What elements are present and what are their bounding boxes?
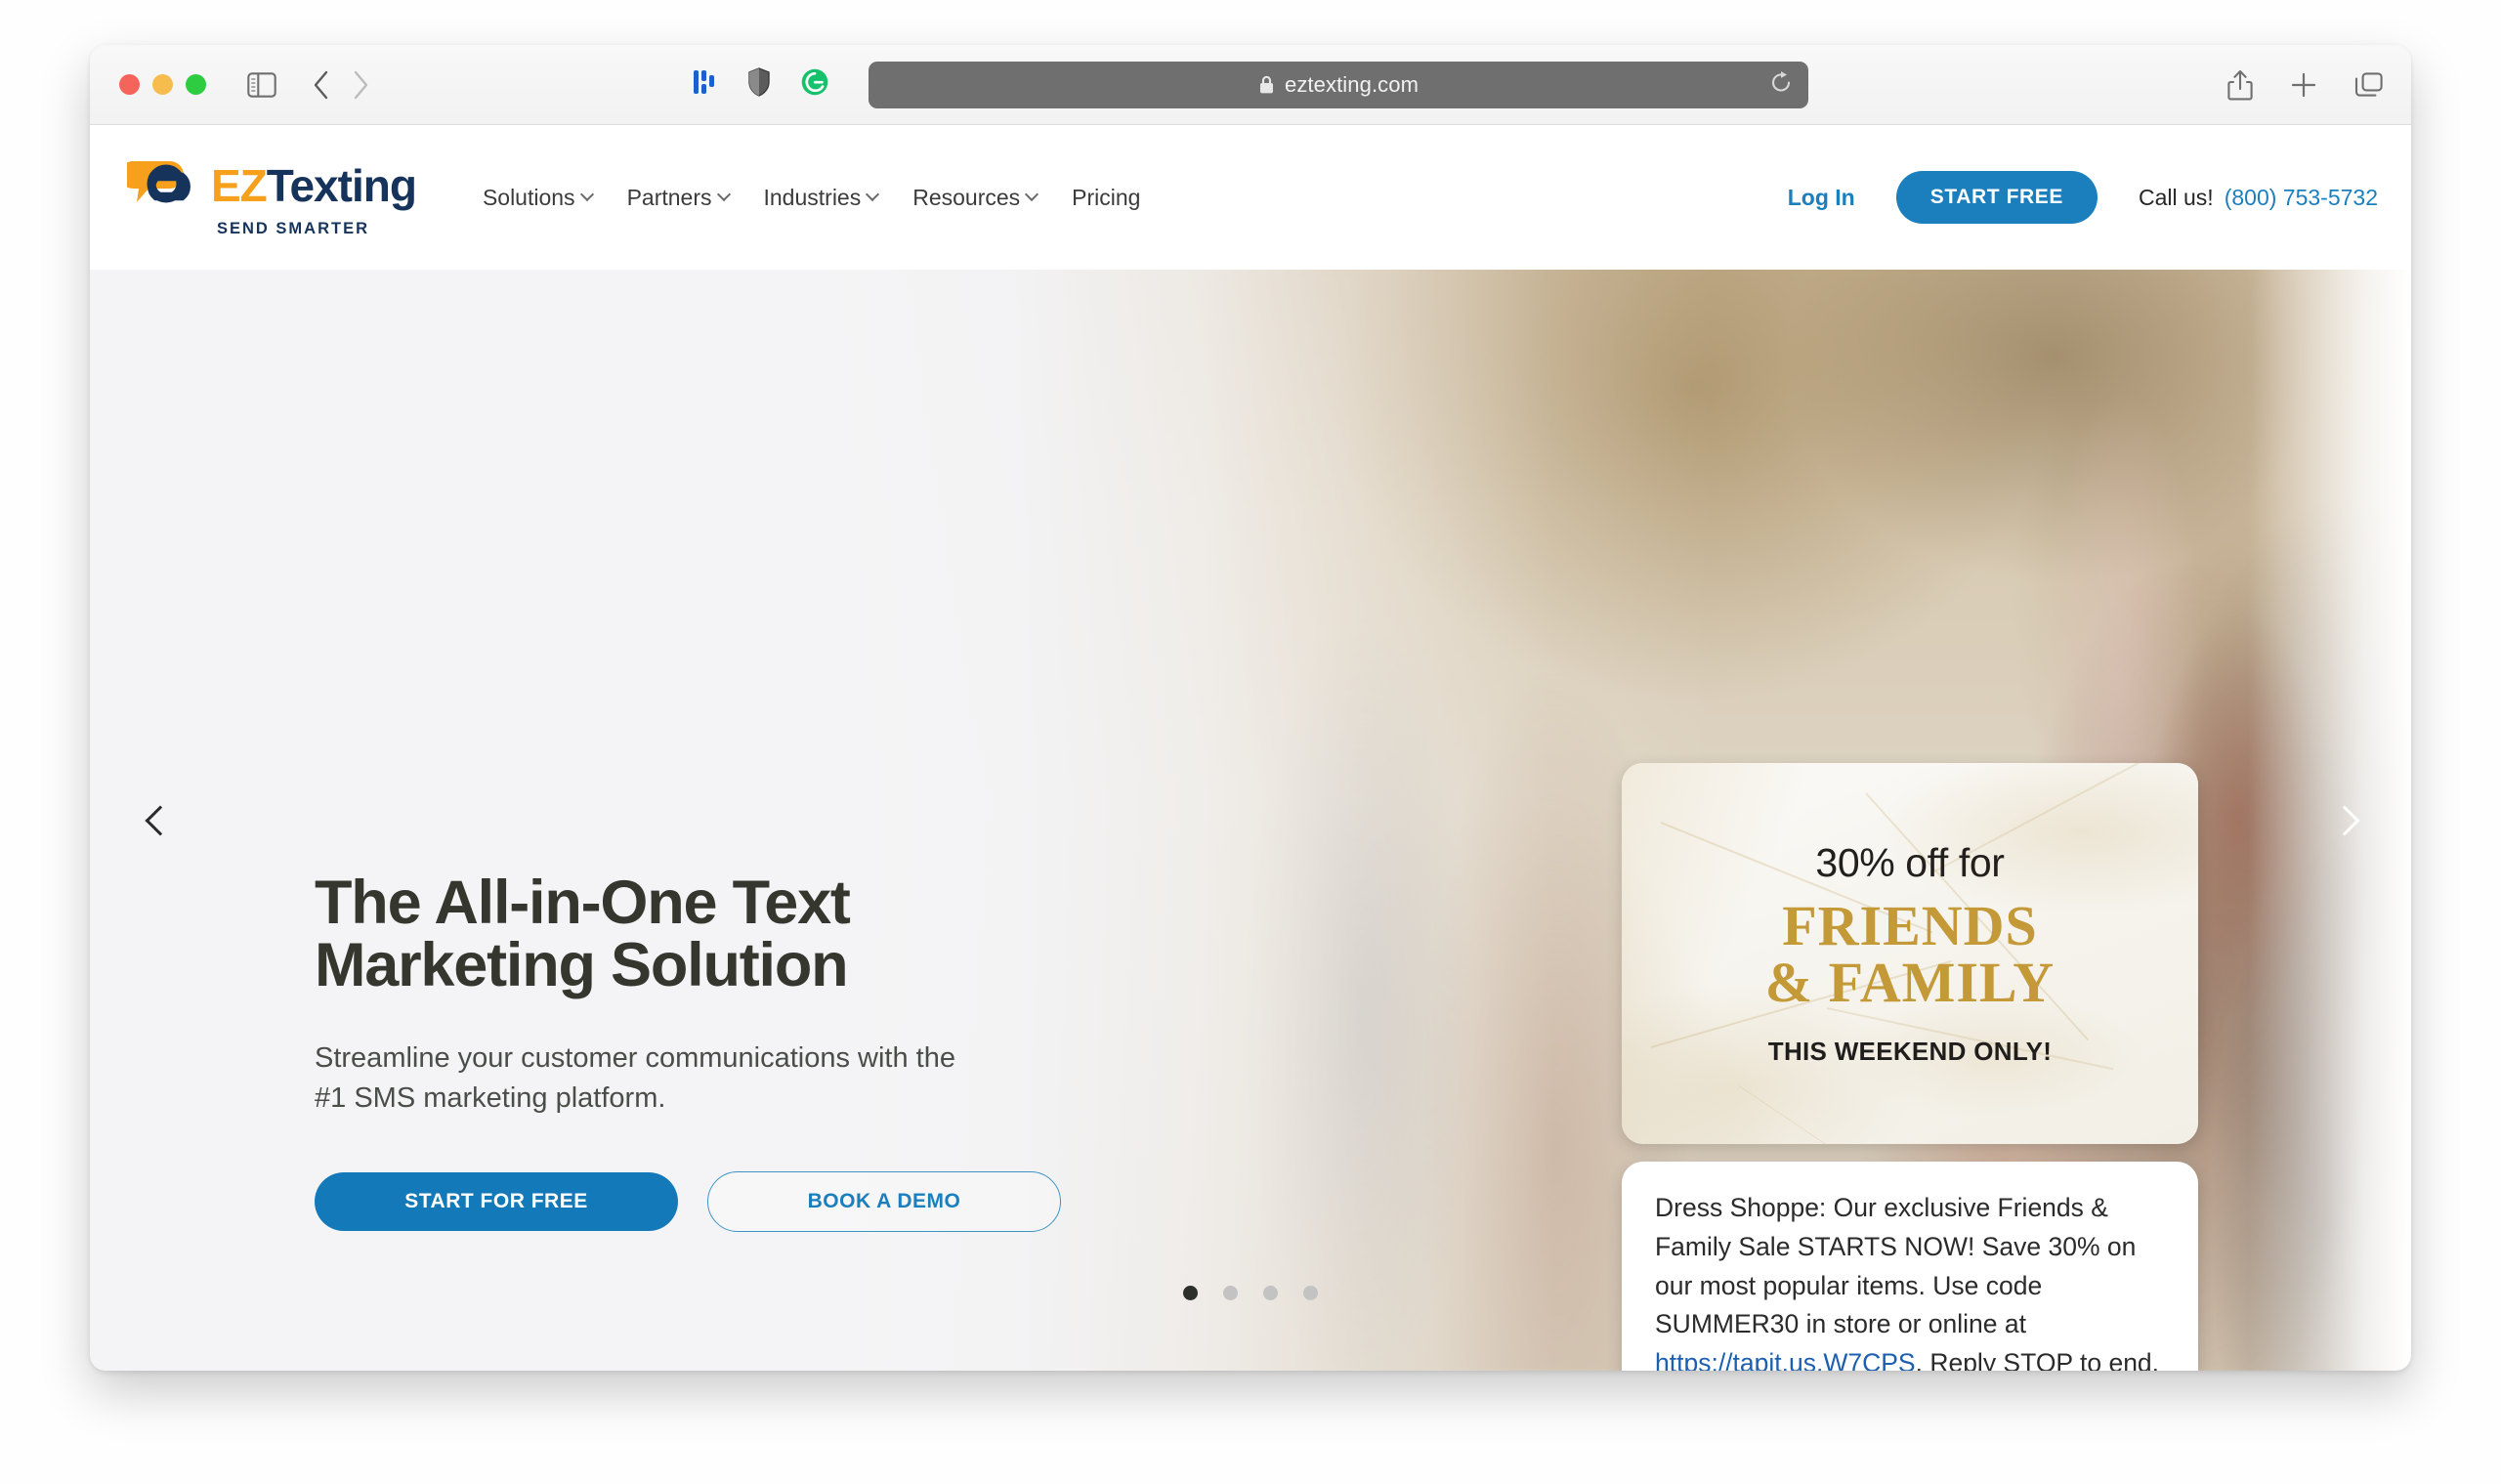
logo-word-ez: EZ [211, 160, 268, 211]
mms-gold-line-2: & FAMILY [1764, 951, 2056, 1014]
grammarly-extension-icon[interactable] [800, 67, 829, 102]
hero-title: The All-in-One Text Marketing Solution [315, 871, 1331, 997]
sms-message-text: Dress Shoppe: Our exclusive Friends & Fa… [1655, 1189, 2165, 1371]
nav-item-label: Resources [912, 184, 1021, 210]
hero-subtitle: Streamline your customer communications … [315, 1039, 1331, 1119]
mms-gold-line-1: FRIENDS [1782, 894, 2038, 957]
window-controls [119, 74, 206, 95]
hero-copy: The All-in-One Text Marketing Solution S… [315, 871, 1331, 1232]
mms-headline: 30% off for [1815, 840, 2005, 885]
call-us-label: Call us! [2139, 184, 2214, 210]
share-icon[interactable] [2227, 69, 2253, 101]
toolbar-right-group [2227, 69, 2384, 101]
message-preview-stack: 30% off for FRIENDS & FAMILY THIS WEEKEN… [1622, 763, 2198, 1371]
hero-subtitle-line-2: #1 SMS marketing platform. [315, 1081, 666, 1114]
nav-item-pricing[interactable]: Pricing [1072, 185, 1140, 211]
logo-word-texting: Texting [266, 160, 417, 211]
address-bar[interactable]: eztexting.com [869, 61, 1808, 108]
site-header: EZ Texting SEND SMARTER Solutions Partne… [90, 125, 2411, 270]
plus-icon[interactable] [2290, 71, 2317, 99]
carousel-dot-3[interactable] [1263, 1286, 1278, 1300]
chevron-down-icon [582, 190, 592, 199]
close-window-dot[interactable] [119, 74, 140, 95]
bitwarden-extension-icon[interactable] [693, 67, 718, 102]
carousel-dots [1183, 1286, 1318, 1300]
call-us-phone-link[interactable]: (800) 753-5732 [2225, 185, 2378, 211]
hero-title-line-2: Marketing Solution [315, 931, 849, 1000]
sms-message-bubble: Dress Shoppe: Our exclusive Friends & Fa… [1622, 1162, 2198, 1371]
nav-item-label: Industries [763, 184, 862, 210]
mms-promo-image: 30% off for FRIENDS & FAMILY THIS WEEKEN… [1622, 763, 2198, 1144]
chevron-down-icon [719, 190, 729, 199]
nav-item-label: Pricing [1072, 184, 1141, 210]
browser-window: eztexting.com EZ Texting SEND SMARTER So… [90, 45, 2411, 1371]
site-logo[interactable]: EZ Texting SEND SMARTER [119, 157, 417, 238]
book-a-demo-button[interactable]: BOOK A DEMO [707, 1170, 1061, 1232]
nav-item-industries[interactable]: Industries [764, 185, 878, 211]
url-text: eztexting.com [1284, 71, 1420, 97]
chevron-down-icon [868, 190, 877, 199]
lock-icon [1258, 74, 1275, 95]
sms-body-after-link: . Reply STOP to end. [1915, 1348, 2160, 1371]
main-navigation: Solutions Partners Industries Resources … [483, 185, 1141, 211]
forward-chevron-icon[interactable] [351, 69, 370, 101]
carousel-dot-1[interactable] [1183, 1286, 1198, 1300]
toolbar-center-group: eztexting.com [90, 45, 2411, 124]
hero-carousel: The All-in-One Text Marketing Solution S… [90, 270, 2411, 1371]
sms-short-link[interactable]: https://tapit.us.W7CPS [1655, 1348, 1916, 1371]
next-slide-chevron-icon[interactable] [2315, 791, 2374, 850]
start-for-free-button[interactable]: START FOR FREE [315, 1171, 678, 1231]
mms-gold-text: FRIENDS & FAMILY [1765, 898, 2055, 1011]
nav-item-label: Partners [626, 184, 712, 210]
browser-toolbar: eztexting.com [90, 45, 2411, 125]
tab-overview-icon[interactable] [2354, 71, 2384, 99]
mms-footer: THIS WEEKEND ONLY! [1767, 1037, 2053, 1066]
nav-item-solutions[interactable]: Solutions [483, 185, 592, 211]
sidebar-toggle-icon[interactable] [247, 71, 276, 98]
chevron-down-icon [1027, 190, 1037, 199]
back-chevron-icon[interactable] [312, 69, 331, 101]
hero-title-line-1: The All-in-One Text [315, 869, 851, 937]
header-actions: Log In START FREE Call us! (800) 753-573… [1788, 171, 2378, 224]
ez-texting-speech-bubble-logo [119, 157, 211, 215]
screenshot-root: eztexting.com EZ Texting SEND SMARTER So… [0, 0, 2501, 1484]
extension-icons [693, 67, 829, 102]
hero-subtitle-line-1: Streamline your customer communications … [315, 1041, 955, 1074]
nav-item-resources[interactable]: Resources [912, 185, 1037, 211]
log-in-link[interactable]: Log In [1788, 185, 1855, 211]
carousel-dot-2[interactable] [1223, 1286, 1238, 1300]
previous-slide-chevron-icon[interactable] [131, 791, 190, 850]
call-us-block: Call us! (800) 753-5732 [2139, 185, 2378, 211]
hero-cta-group: START FOR FREE BOOK A DEMO [315, 1170, 1331, 1232]
nav-item-partners[interactable]: Partners [627, 185, 729, 211]
maximize-window-dot[interactable] [186, 74, 206, 95]
start-free-button[interactable]: START FREE [1895, 171, 2098, 224]
minimize-window-dot[interactable] [152, 74, 173, 95]
logo-tagline: SEND SMARTER [217, 219, 370, 237]
carousel-dot-4[interactable] [1303, 1286, 1318, 1300]
nav-item-label: Solutions [482, 184, 575, 210]
reload-icon[interactable] [1769, 70, 1793, 99]
sms-body-before-link: Dress Shoppe: Our exclusive Friends & Fa… [1655, 1193, 2137, 1339]
shield-extension-icon[interactable] [747, 67, 771, 102]
